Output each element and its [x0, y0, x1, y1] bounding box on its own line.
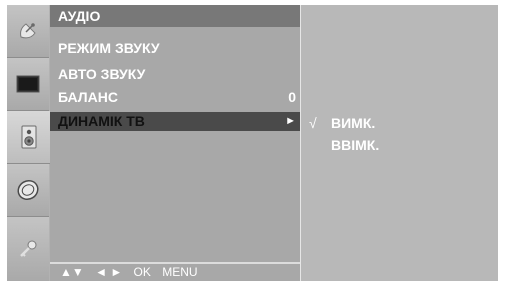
submenu-option-label: ВВІМК.: [331, 137, 380, 153]
category-picture[interactable]: [7, 58, 49, 111]
category-icon-bar: [7, 5, 53, 281]
checkmark-icon: √: [309, 115, 317, 131]
speaker-icon: [21, 125, 37, 149]
category-time[interactable]: [7, 164, 49, 217]
menu-item-auto-volume[interactable]: АВТО ЗВУКУ: [50, 65, 300, 84]
satellite-dish-icon: [17, 20, 39, 42]
menu-item-sound-mode[interactable]: РЕЖИМ ЗВУКУ: [50, 39, 300, 58]
menu-item-label: АВТО ЗВУКУ: [58, 66, 146, 82]
audio-menu-panel: АУДІО РЕЖИМ ЗВУКУ АВТО ЗВУКУ БАЛАНС 0 ДИ…: [50, 5, 300, 281]
menu-item-label: ДИНАМІК ТВ: [58, 113, 145, 129]
menu-item-tv-speaker[interactable]: ДИНАМІК ТВ ►: [50, 112, 300, 131]
ok-hint: OK: [133, 265, 151, 279]
monitor-icon: [16, 75, 40, 93]
menu-item-label: БАЛАНС: [58, 89, 118, 105]
submenu-option-on[interactable]: ВВІМК.: [301, 135, 498, 155]
balance-value: 0: [288, 89, 296, 105]
submenu-option-label: ВИМК.: [331, 115, 376, 131]
menu-item-label: РЕЖИМ ЗВУКУ: [58, 40, 160, 56]
submenu-option-off[interactable]: √ ВИМК.: [301, 113, 498, 133]
menu-footer-hints: ▲▼ ◄ ► OK MENU: [50, 262, 300, 281]
up-down-arrows-icon: ▲▼: [60, 265, 84, 279]
menu-item-balance[interactable]: БАЛАНС 0: [50, 88, 300, 107]
clock-icon: [16, 179, 40, 201]
category-lock[interactable]: [7, 217, 49, 281]
menu-hint: MENU: [162, 265, 198, 279]
category-audio[interactable]: [7, 111, 53, 164]
category-satellite[interactable]: [7, 5, 49, 58]
tv-speaker-submenu: √ ВИМК. ВВІМК.: [300, 5, 498, 281]
menu-title: АУДІО: [50, 5, 300, 27]
chevron-right-icon: ►: [285, 115, 296, 127]
left-right-arrows-icon: ◄ ►: [95, 265, 123, 279]
audio-menu-screen: АУДІО РЕЖИМ ЗВУКУ АВТО ЗВУКУ БАЛАНС 0 ДИ…: [7, 5, 498, 281]
key-icon: [17, 238, 39, 260]
